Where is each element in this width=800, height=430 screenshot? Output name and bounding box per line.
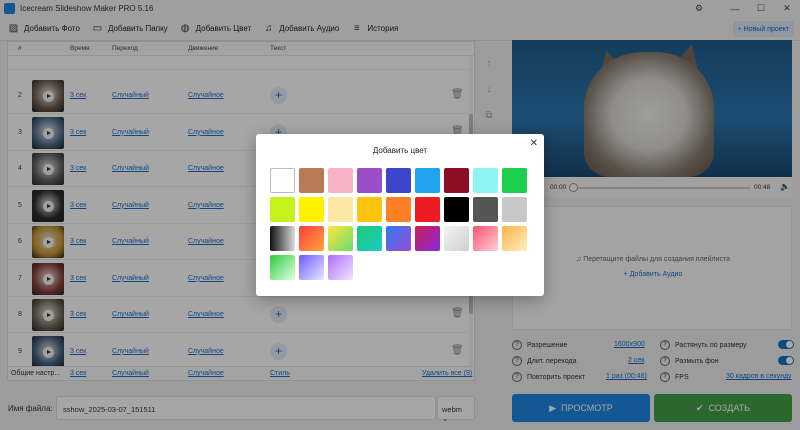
color-swatch[interactable] bbox=[299, 255, 324, 280]
color-swatch[interactable] bbox=[299, 197, 324, 222]
color-swatch[interactable] bbox=[502, 168, 527, 193]
color-swatch[interactable] bbox=[473, 226, 498, 251]
color-swatch[interactable] bbox=[357, 197, 382, 222]
color-swatch[interactable] bbox=[299, 226, 324, 251]
dialog-title: Добавить цвет bbox=[372, 146, 428, 155]
color-swatch[interactable] bbox=[357, 226, 382, 251]
color-swatch[interactable] bbox=[415, 197, 440, 222]
color-swatch[interactable] bbox=[502, 226, 527, 251]
color-swatch[interactable] bbox=[444, 226, 469, 251]
close-icon[interactable]: ✕ bbox=[530, 138, 538, 149]
color-swatch[interactable] bbox=[386, 168, 411, 193]
color-swatch[interactable] bbox=[328, 226, 353, 251]
color-swatch[interactable] bbox=[299, 168, 324, 193]
color-swatch[interactable] bbox=[328, 168, 353, 193]
color-swatch[interactable] bbox=[328, 197, 353, 222]
color-swatch[interactable] bbox=[270, 255, 295, 280]
color-swatch[interactable] bbox=[415, 226, 440, 251]
color-swatch[interactable] bbox=[270, 168, 295, 193]
color-swatch[interactable] bbox=[473, 197, 498, 222]
color-swatch[interactable] bbox=[386, 197, 411, 222]
color-swatch[interactable] bbox=[444, 168, 469, 193]
color-swatch[interactable] bbox=[502, 197, 527, 222]
color-swatch[interactable] bbox=[444, 197, 469, 222]
color-swatch[interactable] bbox=[415, 168, 440, 193]
color-swatch[interactable] bbox=[386, 226, 411, 251]
color-swatch[interactable] bbox=[357, 168, 382, 193]
add-color-dialog: Добавить цвет ✕ bbox=[256, 134, 544, 296]
color-swatch[interactable] bbox=[328, 255, 353, 280]
color-swatch[interactable] bbox=[270, 226, 295, 251]
color-swatch[interactable] bbox=[473, 168, 498, 193]
color-swatch[interactable] bbox=[270, 197, 295, 222]
